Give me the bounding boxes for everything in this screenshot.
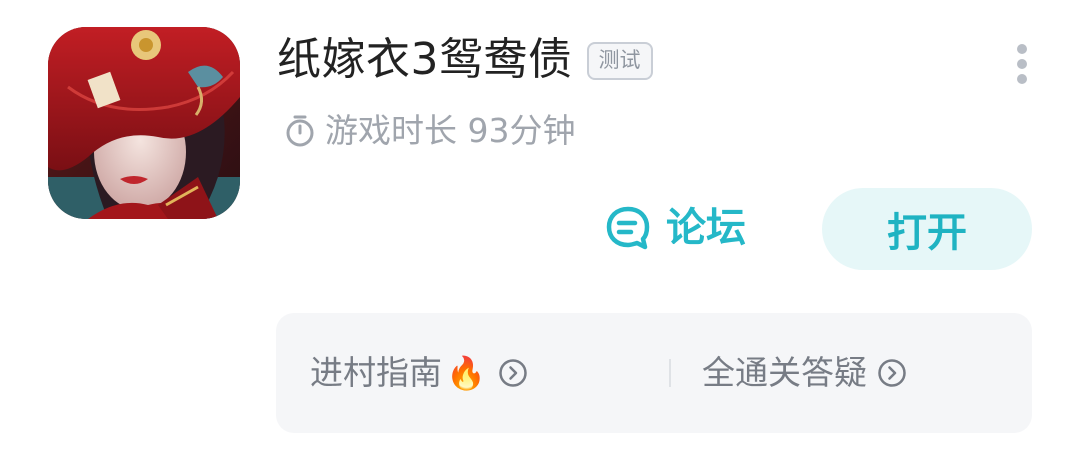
guide-divider [669, 359, 671, 387]
guide-item-clear-faq[interactable]: 全通关答疑 [702, 313, 907, 433]
guide-label: 进村指南 [310, 353, 442, 392]
app-title-row: 纸嫁衣3鸳鸯债 测试 [277, 30, 653, 90]
more-options-icon[interactable] [1012, 44, 1032, 84]
app-icon[interactable] [48, 27, 240, 219]
fire-icon: 🔥 [446, 354, 486, 392]
game-cover-art [48, 27, 240, 219]
app-title: 纸嫁衣3鸳鸯债 [277, 34, 573, 85]
chevron-right-circle-icon [499, 359, 527, 387]
more-dot [1017, 74, 1027, 84]
chat-bubble-icon [606, 206, 650, 250]
guide-card: 进村指南 🔥 全通关答疑 [276, 313, 1032, 433]
more-dot [1017, 59, 1027, 69]
guide-label: 全通关答疑 [702, 353, 867, 392]
open-button[interactable]: 打开 [822, 188, 1032, 270]
playtime-label: 游戏时长 93分钟 [325, 111, 576, 150]
forum-button[interactable]: 论坛 [604, 200, 746, 256]
playtime-row: 游戏时长 93分钟 [283, 108, 575, 154]
test-badge: 测试 [586, 42, 653, 80]
chevron-right-circle-icon [878, 359, 906, 387]
guide-item-village[interactable]: 进村指南 🔥 [310, 313, 528, 433]
more-dot [1017, 44, 1027, 54]
open-label: 打开 [887, 210, 967, 256]
stopwatch-icon [286, 115, 314, 147]
forum-label: 论坛 [666, 205, 746, 251]
